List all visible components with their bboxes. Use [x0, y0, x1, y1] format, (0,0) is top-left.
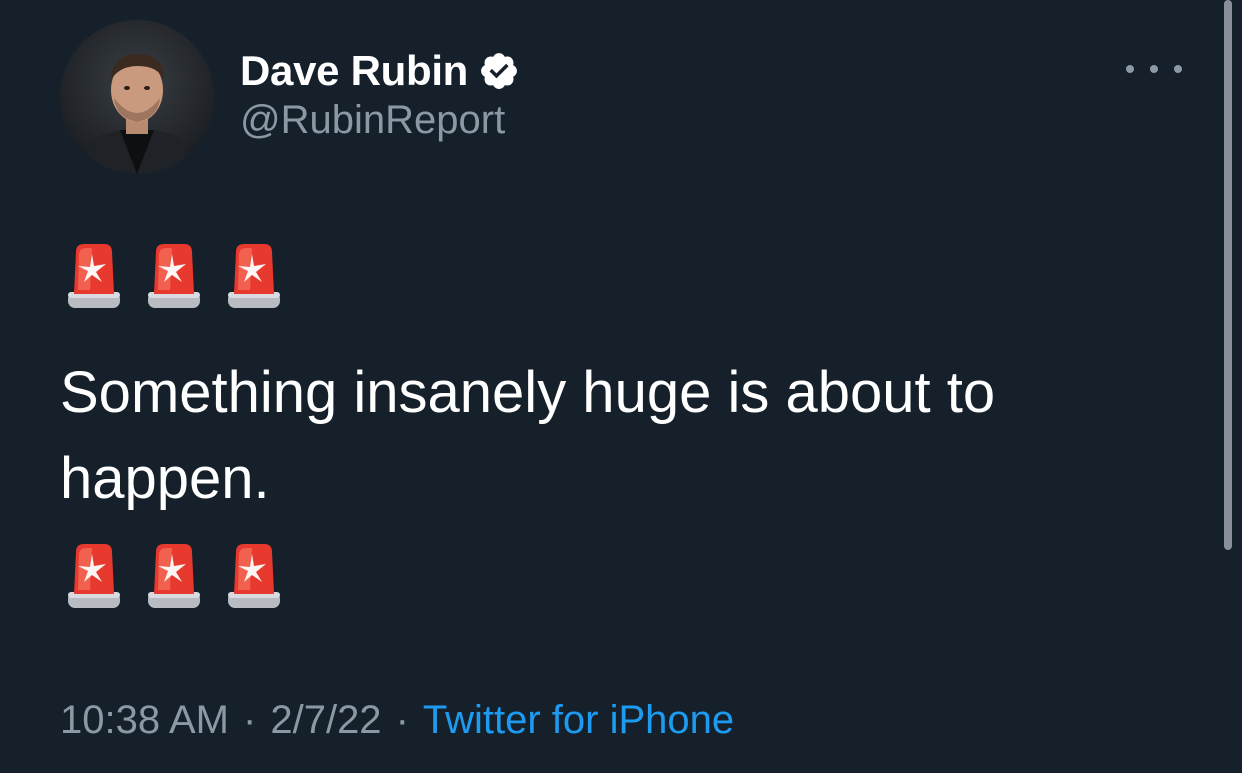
- tweet-time[interactable]: 10:38 AM: [60, 698, 229, 743]
- meta-separator: ·: [243, 698, 257, 742]
- tweet-text: Something insanely huge is about to happ…: [60, 360, 996, 511]
- emoji-line-top: [64, 240, 284, 312]
- handle[interactable]: @RubinReport: [240, 98, 505, 143]
- tweet-source-link[interactable]: Twitter for iPhone: [423, 698, 734, 743]
- verified-badge-icon: [481, 53, 517, 89]
- avatar[interactable]: [60, 20, 214, 174]
- display-name[interactable]: Dave Rubin: [240, 47, 468, 95]
- avatar-photo: [60, 20, 214, 174]
- police-light-emoji-icon: [148, 544, 200, 608]
- author-name-row[interactable]: Dave Rubin: [240, 44, 520, 98]
- tweet-date[interactable]: 2/7/22: [270, 698, 381, 743]
- police-light-emoji-icon: [68, 244, 120, 308]
- scrollbar[interactable]: [1224, 0, 1232, 550]
- police-light-emoji-icon: [228, 244, 280, 308]
- emoji-line-bottom: [64, 540, 284, 612]
- tweet-card: Dave Rubin @RubinReport Something insane…: [0, 0, 1242, 773]
- more-horizontal-icon[interactable]: [1126, 54, 1182, 84]
- police-light-emoji-icon: [228, 544, 280, 608]
- police-light-emoji-icon: [148, 244, 200, 308]
- police-light-emoji-icon: [68, 544, 120, 608]
- tweet-meta: 10:38 AM · 2/7/22 · Twitter for iPhone: [60, 698, 734, 743]
- meta-separator: ·: [395, 698, 409, 742]
